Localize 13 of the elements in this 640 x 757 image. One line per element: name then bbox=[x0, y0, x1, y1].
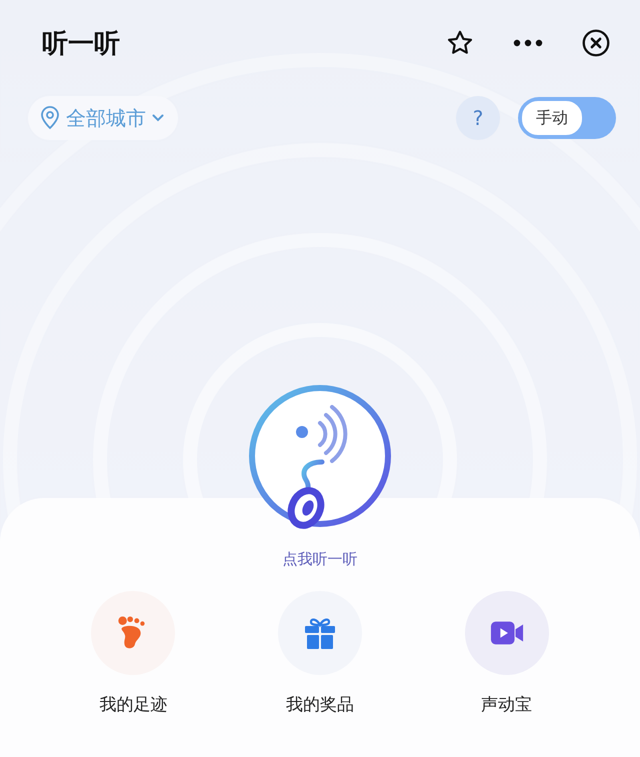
shortcut-label[interactable]: 我的奖品 bbox=[286, 693, 354, 716]
mode-switch[interactable]: 手动 bbox=[518, 97, 616, 139]
shortcut-label[interactable]: 我的足迹 bbox=[99, 693, 168, 716]
chevron-down-icon bbox=[152, 114, 164, 122]
close-icon[interactable] bbox=[582, 29, 610, 57]
listen-label[interactable]: 点我听一听 bbox=[282, 550, 358, 569]
gift-icon bbox=[302, 616, 337, 650]
star-icon[interactable] bbox=[446, 29, 474, 57]
mode-label: 手动 bbox=[521, 100, 583, 136]
more-icon[interactable] bbox=[512, 39, 544, 47]
location-pin-icon bbox=[40, 106, 60, 130]
page-title: 听一听 bbox=[42, 28, 120, 60]
shortcut-label[interactable]: 声动宝 bbox=[481, 693, 532, 716]
